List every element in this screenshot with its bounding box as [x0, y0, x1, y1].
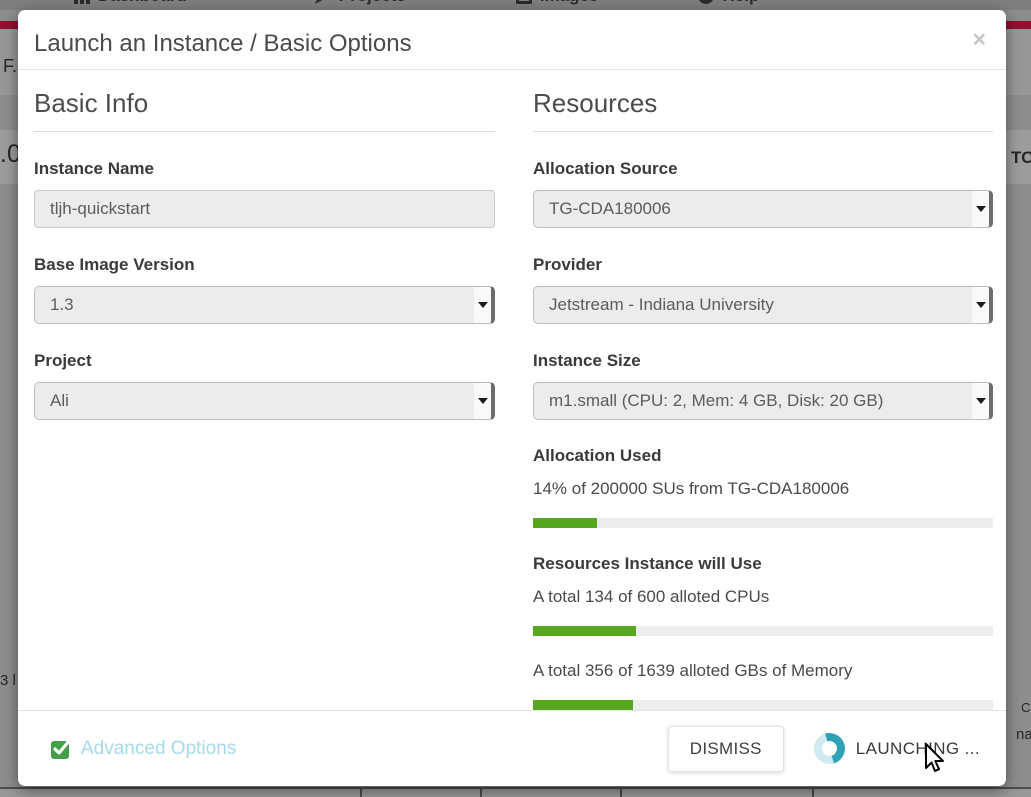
allocation-used-text: 14% of 200000 SUs from TG-CDA180006 — [533, 479, 993, 499]
provider-select[interactable]: Jetstream - Indiana University — [533, 286, 993, 324]
chevron-down-icon — [976, 302, 986, 308]
progress-fill — [533, 700, 633, 710]
dropdown-button[interactable] — [972, 191, 989, 227]
nav-label: Projects — [339, 0, 406, 6]
background-text-fragment: C — [1021, 700, 1030, 715]
background-text-fragment: TO — [1011, 148, 1031, 168]
checkbox-checked-icon — [50, 738, 72, 760]
launching-label: LAUNCHING ... — [856, 739, 980, 759]
instance-name-label: Instance Name — [34, 159, 495, 179]
modal-footer: Advanced Options DISMISS LAUNCHING ... — [18, 710, 1006, 786]
bar-chart-icon — [74, 0, 90, 4]
pencil-icon — [315, 0, 331, 4]
selected-value: TG-CDA180006 — [534, 199, 671, 219]
resources-usage-label: Resources Instance will Use — [533, 554, 993, 574]
allocation-used-progressbar — [533, 518, 993, 528]
advanced-options-link[interactable]: Advanced Options — [50, 738, 236, 760]
advanced-options-label: Advanced Options — [81, 738, 236, 760]
basic-info-heading: Basic Info — [34, 88, 495, 132]
instance-size-label: Instance Size — [533, 351, 993, 371]
table-divider — [480, 789, 482, 797]
nav-item-images: Images — [516, 0, 599, 6]
modal-body: Basic Info Instance Name Base Image Vers… — [18, 70, 1006, 710]
selected-value: 1.3 — [35, 295, 74, 315]
launch-instance-modal: Launch an Instance / Basic Options × Bas… — [18, 10, 1006, 786]
nav-label: Images — [540, 0, 599, 6]
allocation-source-label: Allocation Source — [533, 159, 993, 179]
base-image-version-label: Base Image Version — [34, 255, 495, 275]
progress-fill — [533, 626, 636, 636]
nav-label: Dashboard — [98, 0, 187, 6]
dismiss-button[interactable]: DISMISS — [668, 726, 784, 772]
spinner-icon — [808, 728, 850, 770]
instance-name-input[interactable] — [34, 190, 495, 228]
table-divider — [620, 789, 622, 797]
background-navbar: Dashboard Projects Images ? Help — [0, 0, 1031, 10]
project-label: Project — [34, 351, 495, 371]
chevron-down-icon — [976, 398, 986, 404]
dropdown-button[interactable] — [474, 383, 491, 419]
base-image-version-select[interactable]: 1.3 — [34, 286, 495, 324]
provider-label: Provider — [533, 255, 993, 275]
dropdown-button[interactable] — [972, 383, 989, 419]
images-icon — [516, 0, 532, 4]
background-text-fragment: F. — [3, 56, 17, 77]
table-divider — [360, 789, 362, 797]
dropdown-button[interactable] — [474, 287, 491, 323]
selected-value: m1.small (CPU: 2, Mem: 4 GB, Disk: 20 GB… — [534, 391, 883, 411]
instance-size-select[interactable]: m1.small (CPU: 2, Mem: 4 GB, Disk: 20 GB… — [533, 382, 993, 420]
background-table-strip — [0, 787, 1031, 797]
nav-label: Help — [722, 0, 759, 6]
launching-status: LAUNCHING ... — [814, 733, 980, 764]
memory-usage-progressbar — [533, 700, 993, 710]
selected-value: Jetstream - Indiana University — [534, 295, 774, 315]
resources-section: Resources Allocation Source TG-CDA180006… — [533, 70, 993, 710]
selected-value: Ali — [35, 391, 69, 411]
allocation-source-select[interactable]: TG-CDA180006 — [533, 190, 993, 228]
table-divider — [812, 789, 814, 797]
chevron-down-icon — [976, 206, 986, 212]
resources-heading: Resources — [533, 88, 993, 132]
cpu-usage-text: A total 134 of 600 alloted CPUs — [533, 587, 993, 607]
chevron-down-icon — [478, 302, 488, 308]
modal-title: Launch an Instance / Basic Options — [34, 30, 1006, 58]
progress-fill — [533, 518, 597, 528]
background-text-fragment: na — [1016, 726, 1031, 743]
project-select[interactable]: Ali — [34, 382, 495, 420]
background-text-fragment: 3 l — [0, 672, 16, 689]
cpu-usage-progressbar — [533, 626, 993, 636]
memory-usage-text: A total 356 of 1639 alloted GBs of Memor… — [533, 661, 993, 681]
basic-info-section: Basic Info Instance Name Base Image Vers… — [34, 70, 495, 710]
chevron-down-icon — [478, 398, 488, 404]
nav-item-help: ? Help — [698, 0, 759, 6]
nav-item-dashboard: Dashboard — [74, 0, 187, 6]
close-icon[interactable]: × — [973, 28, 986, 51]
allocation-used-label: Allocation Used — [533, 446, 993, 466]
dropdown-button[interactable] — [972, 287, 989, 323]
nav-item-projects: Projects — [315, 0, 406, 6]
help-icon: ? — [698, 0, 714, 4]
modal-header: Launch an Instance / Basic Options × — [18, 10, 1006, 70]
